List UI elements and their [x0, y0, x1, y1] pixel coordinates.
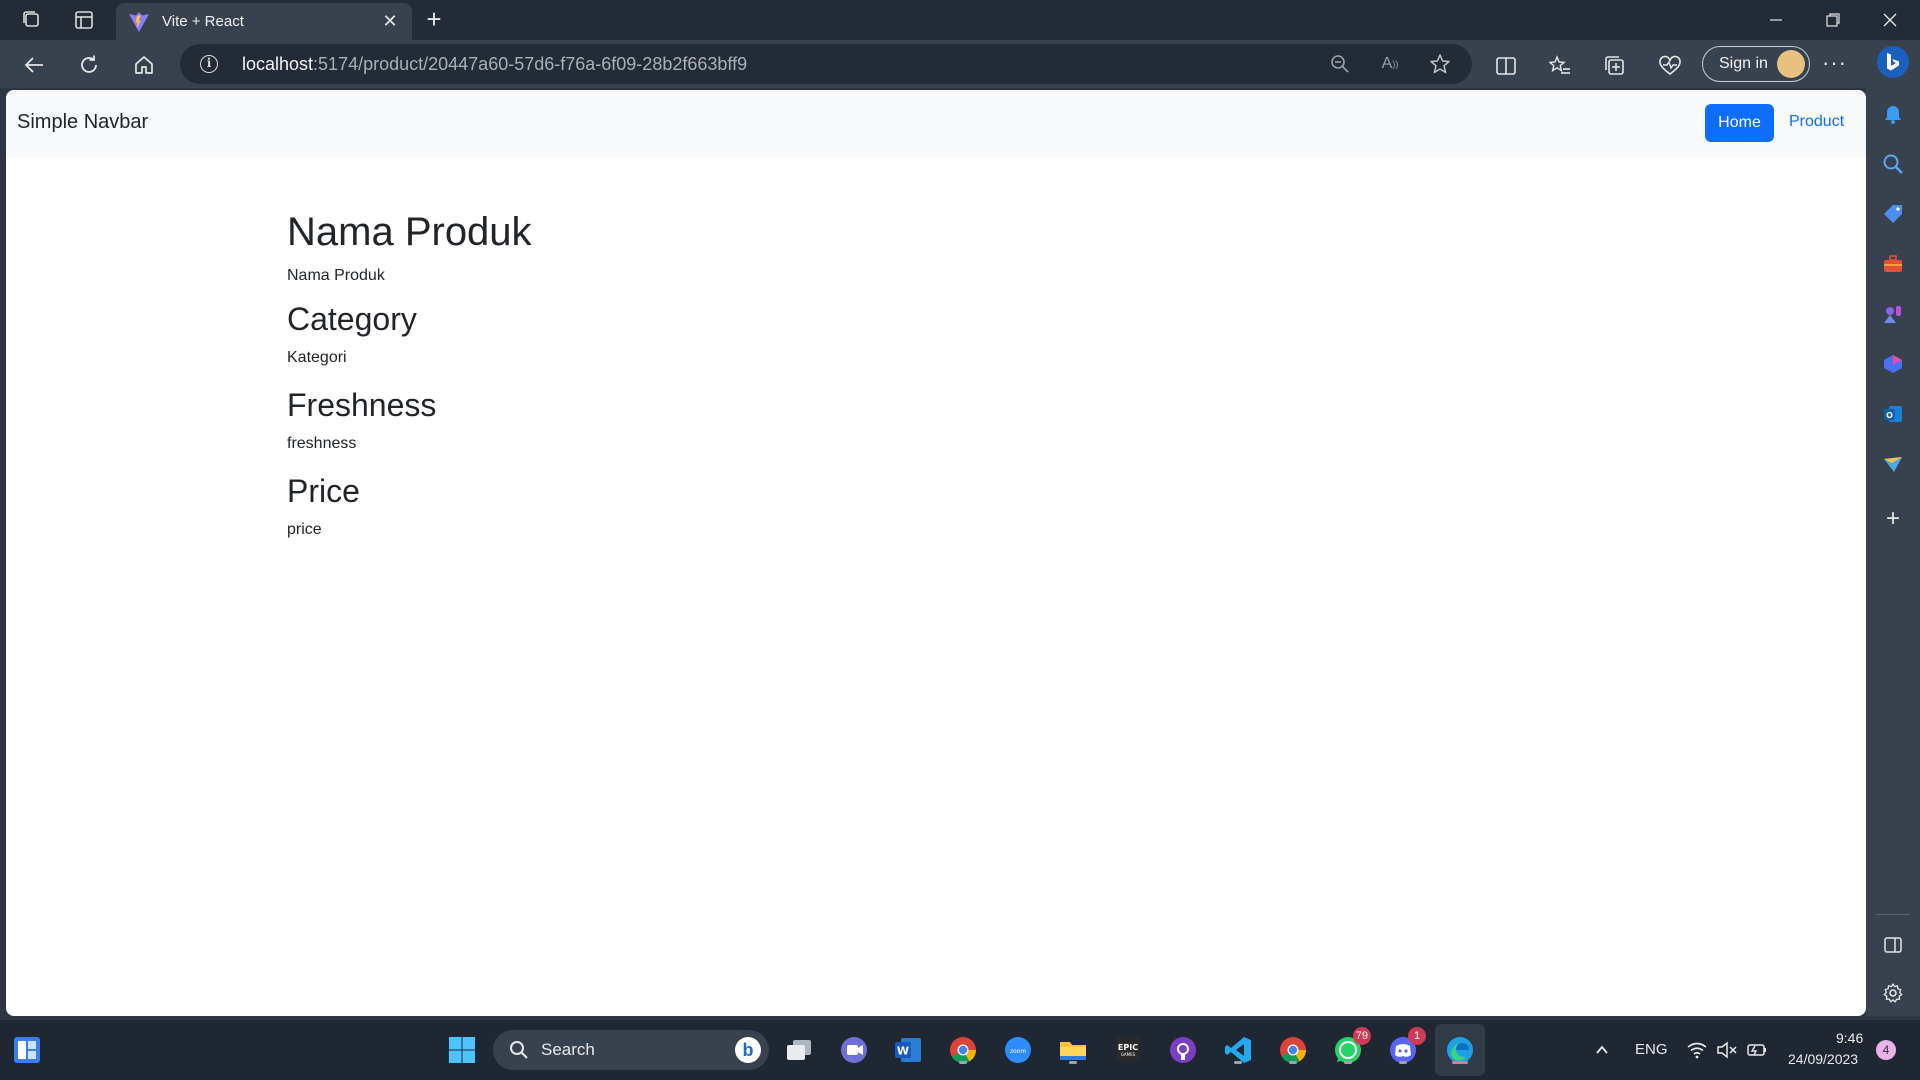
read-aloud-icon[interactable]: A))	[1378, 52, 1402, 76]
task-view-icon[interactable]	[782, 1033, 816, 1067]
outlook-icon[interactable]: O	[1881, 402, 1905, 426]
collections-icon[interactable]	[1601, 52, 1629, 80]
windows-taskbar: Search b W zoom EPIC GAMES 79 1 ENG 9:46…	[0, 1020, 1920, 1080]
product-name-heading: Nama Produk	[287, 210, 532, 254]
url-text[interactable]: localhost:5174/product/20447a60-57d6-f76…	[242, 54, 747, 75]
favorite-star-icon[interactable]	[1428, 52, 1452, 76]
nav-product-link[interactable]: Product	[1789, 113, 1844, 131]
chrome-profile-icon[interactable]	[1276, 1033, 1310, 1067]
browser-toolbar: i localhost:5174/product/20447a60-57d6-f…	[0, 40, 1920, 88]
discord-badge: 1	[1408, 1027, 1426, 1045]
volume-muted-icon[interactable]	[1710, 1033, 1744, 1067]
taskbar-search-box[interactable]: Search b	[493, 1030, 769, 1070]
bing-search-icon: b	[735, 1037, 761, 1063]
notifications-icon[interactable]	[1881, 102, 1905, 126]
svg-text:GAMES: GAMES	[1121, 1052, 1136, 1057]
show-hidden-icons-chevron-up-icon[interactable]	[1585, 1033, 1619, 1067]
page-viewport: Simple Navbar Home Product Nama Produk N…	[6, 90, 1866, 1016]
product-detail: Nama Produk Nama Produk Category Kategor…	[287, 208, 532, 542]
sign-in-button[interactable]: Sign in	[1702, 46, 1810, 82]
hide-sidebar-icon[interactable]	[1881, 933, 1905, 957]
tools-briefcase-icon[interactable]	[1881, 252, 1905, 276]
file-explorer-icon[interactable]	[1056, 1033, 1090, 1067]
tab-active[interactable]: Vite + React ✕	[116, 3, 412, 40]
battery-charging-icon[interactable]	[1740, 1033, 1774, 1067]
chrome-icon[interactable]	[946, 1033, 980, 1067]
new-tab-icon[interactable]: +	[420, 6, 448, 34]
edge-icon[interactable]	[1443, 1033, 1477, 1067]
navbar: Simple Navbar Home Product	[6, 90, 1866, 157]
github-desktop-icon[interactable]	[1166, 1033, 1200, 1067]
clock-date[interactable]: 24/09/2023	[1788, 1051, 1858, 1067]
epic-games-icon[interactable]: EPIC GAMES	[1111, 1033, 1145, 1067]
favorites-icon[interactable]	[1546, 52, 1574, 80]
close-tab-icon[interactable]: ✕	[380, 11, 400, 32]
vscode-icon[interactable]	[1221, 1033, 1255, 1067]
browser-title-bar: Vite + React ✕ +	[0, 0, 1920, 40]
whatsapp-badge: 79	[1352, 1027, 1371, 1045]
freshness-heading: Freshness	[287, 387, 437, 423]
wifi-icon[interactable]	[1680, 1033, 1714, 1067]
nav-home-button[interactable]: Home	[1705, 104, 1774, 142]
drop-send-icon[interactable]	[1881, 452, 1905, 476]
workspaces-icon[interactable]	[18, 6, 46, 34]
product-name-value: Nama Produk	[287, 267, 385, 284]
search-sidebar-icon[interactable]	[1881, 152, 1905, 176]
navbar-brand[interactable]: Simple Navbar	[17, 111, 148, 134]
site-info-icon[interactable]: i	[200, 55, 218, 73]
price-heading: Price	[287, 473, 360, 509]
category-value: Kategori	[287, 349, 347, 366]
sign-in-label: Sign in	[1719, 55, 1768, 72]
edge-sidebar: O +	[1866, 40, 1920, 1016]
shopping-tag-icon[interactable]	[1881, 202, 1905, 226]
clock-time[interactable]: 9:46	[1836, 1030, 1863, 1046]
sidebar-divider	[1876, 914, 1910, 915]
microsoft-365-icon[interactable]	[1881, 352, 1905, 376]
windows-start-icon[interactable]	[445, 1033, 479, 1067]
svg-text:W: W	[897, 1045, 909, 1058]
notification-count-badge[interactable]: 4	[1876, 1040, 1896, 1060]
games-icon[interactable]	[1881, 302, 1905, 326]
browser-essentials-icon[interactable]	[1656, 52, 1684, 80]
category-heading: Category	[287, 301, 417, 337]
svg-text:EPIC: EPIC	[1118, 1043, 1138, 1052]
tab-title: Vite + React	[162, 13, 244, 30]
zoom-icon[interactable]: zoom	[1001, 1033, 1035, 1067]
split-screen-icon[interactable]	[1492, 52, 1520, 80]
bing-copilot-icon[interactable]	[1877, 46, 1909, 78]
svg-text:O: O	[1886, 411, 1893, 420]
profile-avatar	[1777, 50, 1805, 78]
tab-actions-icon[interactable]	[70, 6, 98, 34]
teams-chat-icon[interactable]	[837, 1033, 871, 1067]
taskbar-search-label: Search	[541, 1040, 595, 1059]
refresh-icon[interactable]	[73, 49, 105, 81]
language-indicator[interactable]: ENG	[1635, 1041, 1668, 1058]
close-window-icon[interactable]	[1862, 0, 1918, 40]
restore-icon[interactable]	[1805, 0, 1861, 40]
vite-logo-icon	[129, 11, 149, 32]
minimize-icon[interactable]	[1748, 0, 1804, 40]
add-sidebar-app-icon[interactable]: +	[1881, 507, 1905, 531]
more-options-icon[interactable]: ···	[1822, 50, 1847, 76]
back-icon[interactable]	[18, 49, 50, 81]
freshness-value: freshness	[287, 435, 357, 452]
svg-text:zoom: zoom	[1010, 1048, 1026, 1055]
price-value: price	[287, 521, 322, 538]
home-icon[interactable]	[128, 49, 160, 81]
sidebar-settings-gear-icon[interactable]	[1881, 981, 1905, 1005]
widgets-icon[interactable]	[10, 1033, 44, 1067]
address-bar[interactable]: i localhost:5174/product/20447a60-57d6-f…	[180, 44, 1472, 84]
word-icon[interactable]: W	[891, 1033, 925, 1067]
search-icon	[510, 1041, 528, 1059]
whatsapp-icon[interactable]: 79	[1331, 1027, 1371, 1067]
discord-icon[interactable]: 1	[1386, 1027, 1426, 1067]
zoom-out-icon[interactable]	[1328, 52, 1352, 76]
